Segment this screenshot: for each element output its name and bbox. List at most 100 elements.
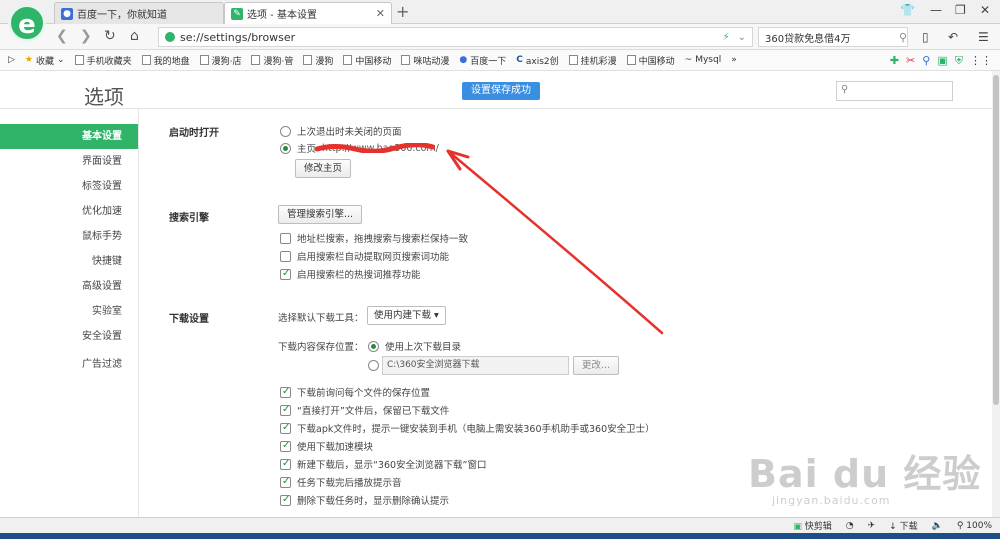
page-icon: [568, 55, 578, 65]
download-option-apk[interactable]: 下载apk文件时，提示一键安装到手机（电脑上需安装360手机助手或360安全卫士…: [280, 421, 655, 435]
close-tab-icon[interactable]: ✕: [376, 7, 385, 20]
search-option-hot[interactable]: 启用搜索栏的热搜词推荐功能: [280, 267, 421, 281]
download-option-sound[interactable]: 任务下载完后播放提示音: [280, 475, 402, 489]
more-bookmarks-icon[interactable]: »: [726, 55, 742, 65]
bookmark-item[interactable]: 咪咕动漫: [396, 54, 454, 67]
forward-icon[interactable]: ❯: [80, 28, 92, 44]
checkbox[interactable]: [280, 422, 291, 434]
plus-icon[interactable]: ✚: [890, 54, 899, 67]
bookmark-item[interactable]: 中国移动: [338, 54, 396, 67]
phone-icon[interactable]: ▯: [922, 30, 929, 44]
bookmark-item[interactable]: 漫狗: [298, 54, 338, 67]
page-icon: [303, 55, 313, 65]
sidebar-item-shortcuts[interactable]: 快捷键: [0, 249, 138, 274]
game-icon[interactable]: ▣: [937, 54, 947, 67]
radio-home[interactable]: [280, 142, 291, 154]
sidebar-item-adblock[interactable]: 广告过滤: [0, 352, 138, 377]
undo-icon[interactable]: ↶: [948, 30, 958, 44]
magnifier-icon[interactable]: ⚲: [922, 54, 930, 67]
startup-restore-option[interactable]: 上次退出时未关闭的页面: [280, 124, 402, 138]
download-option-ask[interactable]: 下载前询问每个文件的保存位置: [280, 385, 430, 399]
restore-icon[interactable]: ❐: [955, 3, 966, 17]
settings-search-input[interactable]: ⚲: [836, 81, 953, 101]
chevron-down-icon: ⌄: [57, 55, 65, 65]
bookmark-item[interactable]: ~ Mysql: [680, 55, 727, 65]
location-custom-option[interactable]: [368, 360, 379, 371]
menu-icon[interactable]: ☰: [978, 30, 989, 44]
minimize-icon[interactable]: —: [930, 3, 942, 17]
bookmark-item[interactable]: ● 百度一下: [454, 54, 511, 67]
search-option-extract[interactable]: 启用搜索栏自动提取网页搜索词功能: [280, 249, 449, 263]
checkbox[interactable]: [280, 476, 291, 488]
tab-label: 百度一下，你就知道: [77, 10, 167, 21]
sidebar-item-basic[interactable]: 基本设置: [0, 124, 138, 149]
bookmark-item[interactable]: Caxis2创: [511, 54, 563, 67]
search-icon[interactable]: ⚲: [899, 31, 907, 44]
bookmark-item[interactable]: 漫狗·店: [195, 54, 247, 67]
zoom-level[interactable]: ⚲ 100%: [957, 521, 992, 531]
search-option-sync[interactable]: 地址栏搜索，拖拽搜索与搜索栏保持一致: [280, 231, 468, 245]
radio-restore[interactable]: [280, 125, 291, 137]
scrollbar-thumb[interactable]: [993, 75, 999, 405]
quick-cut-button[interactable]: ▣ 快剪辑: [793, 519, 831, 532]
speed-icon[interactable]: ◔: [846, 521, 854, 531]
grid-icon[interactable]: ⋮⋮: [970, 54, 992, 67]
bookmark-favorites[interactable]: ★ 收藏 ⌄: [20, 54, 70, 67]
checkbox[interactable]: [280, 268, 291, 280]
bookmark-item[interactable]: 挂机彩漫: [564, 54, 622, 67]
checkbox[interactable]: [280, 494, 291, 506]
scissors-icon[interactable]: ✂: [906, 54, 915, 67]
sidebar-toggle-icon[interactable]: ▷: [6, 55, 20, 65]
download-button[interactable]: ↓ 下载: [889, 519, 917, 532]
tab-baidu[interactable]: ● 百度一下，你就知道: [54, 2, 224, 24]
download-path-input[interactable]: C:\360安全浏览器下载: [382, 356, 569, 375]
tab-settings[interactable]: ✎ 选项 - 基本设置 ✕: [224, 2, 392, 24]
refresh-icon[interactable]: ↻: [104, 28, 116, 44]
sidebar-item-advanced[interactable]: 高级设置: [0, 274, 138, 299]
sidebar-item-optimize[interactable]: 优化加速: [0, 199, 138, 224]
bookmark-item[interactable]: 我的地盘: [137, 54, 195, 67]
checkbox[interactable]: [280, 232, 291, 244]
download-icon: ↓: [889, 522, 900, 532]
page-icon: [141, 55, 151, 65]
volume-icon[interactable]: 🔈: [932, 521, 943, 531]
browser-logo-icon[interactable]: e: [8, 4, 46, 42]
close-window-icon[interactable]: ✕: [980, 3, 990, 17]
bookmark-item[interactable]: 手机收藏夹: [70, 54, 137, 67]
modify-home-button[interactable]: 修改主页: [295, 159, 352, 178]
sidebar-item-tabs[interactable]: 标签设置: [0, 174, 138, 199]
bookmark-item[interactable]: 漫狗·管: [246, 54, 298, 67]
checkbox[interactable]: [280, 386, 291, 398]
pin-icon[interactable]: ✈: [868, 521, 876, 531]
new-tab-button[interactable]: +: [396, 2, 409, 21]
secure-icon: [165, 32, 175, 42]
vertical-scrollbar[interactable]: [992, 71, 1000, 517]
chevron-down-icon[interactable]: ⌄: [738, 32, 746, 43]
shirt-skin-icon[interactable]: 👕: [900, 3, 915, 17]
shield-icon[interactable]: ⛨: [955, 54, 963, 68]
download-option-keep[interactable]: “直接打开”文件后，保留已下载文件: [280, 403, 449, 417]
location-last-option[interactable]: 使用上次下载目录: [368, 339, 461, 353]
radio-last-dir[interactable]: [368, 340, 379, 352]
sidebar-item-interface[interactable]: 界面设置: [0, 149, 138, 174]
checkbox[interactable]: [280, 250, 291, 262]
download-option-confirm-delete[interactable]: 删除下载任务时，显示删除确认提示: [280, 493, 449, 507]
checkbox[interactable]: [280, 440, 291, 452]
sidebar-item-gestures[interactable]: 鼠标手势: [0, 224, 138, 249]
download-tool-select[interactable]: 使用内建下载 ▾: [367, 306, 446, 325]
radio-custom-dir[interactable]: [368, 360, 379, 371]
download-option-accelerate[interactable]: 使用下载加速模块: [280, 439, 373, 453]
lightning-icon[interactable]: ⚡: [723, 32, 730, 43]
back-icon[interactable]: ❮: [56, 28, 68, 44]
bookmark-item[interactable]: 中国移动: [622, 54, 680, 67]
change-path-button[interactable]: 更改...: [573, 356, 620, 375]
checkbox[interactable]: [280, 458, 291, 470]
search-input[interactable]: 360贷款免息借4万 ⚲: [758, 27, 908, 47]
manage-search-engines-button[interactable]: 管理搜索引擎...: [278, 205, 363, 224]
sidebar-item-lab[interactable]: 实验室: [0, 299, 138, 324]
download-option-window[interactable]: 新建下载后，显示“360安全浏览器下载”窗口: [280, 457, 486, 471]
checkbox[interactable]: [280, 404, 291, 416]
address-input[interactable]: se://settings/browser ⚡ ⌄: [158, 27, 753, 47]
home-icon[interactable]: ⌂: [130, 28, 139, 44]
sidebar-item-security[interactable]: 安全设置: [0, 324, 138, 349]
